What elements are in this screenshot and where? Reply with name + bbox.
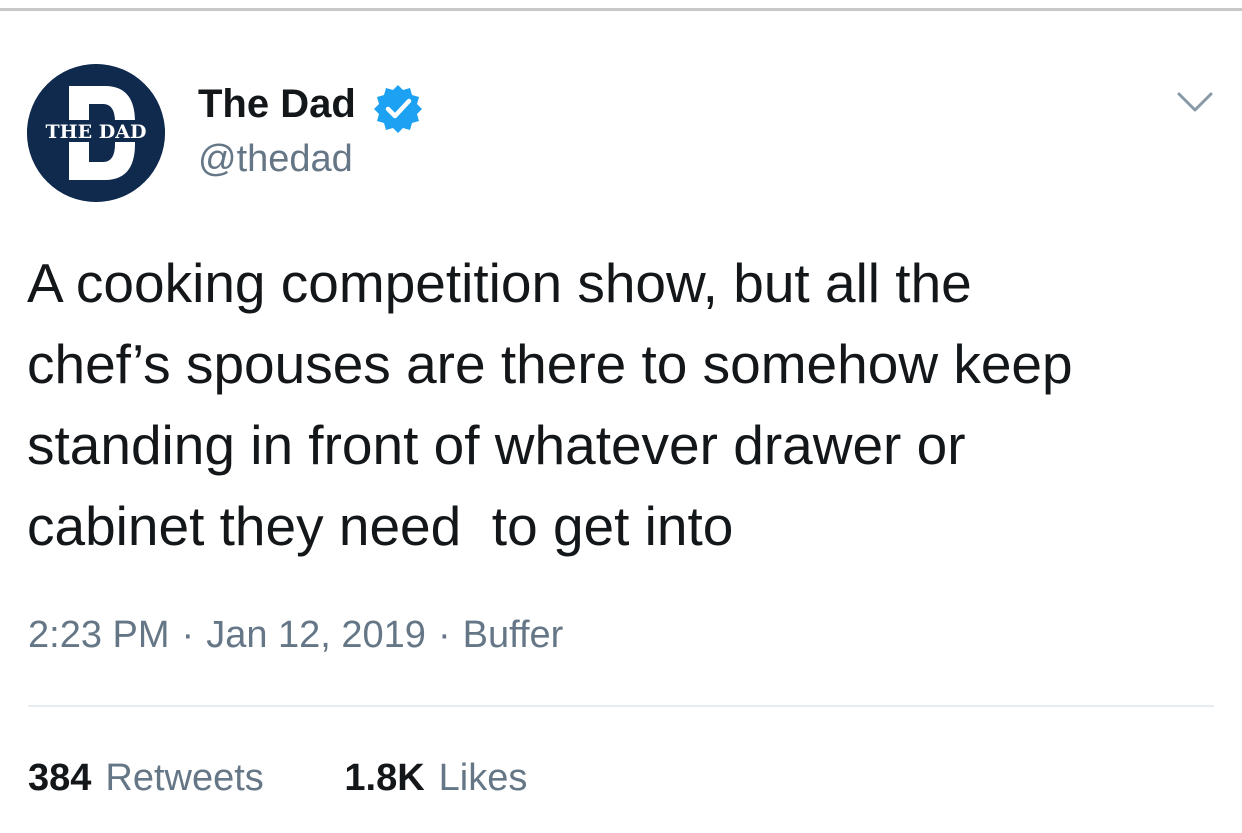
tweet-text-line: standing in front of whatever drawer or	[27, 414, 966, 476]
stats-divider	[28, 705, 1214, 707]
verified-badge-icon	[374, 85, 422, 133]
avatar-logo: THE DAD	[27, 64, 165, 202]
tweet-source[interactable]: Buffer	[463, 614, 564, 656]
meta-separator: ·	[437, 614, 451, 656]
likes-count: 1.8K	[344, 757, 425, 799]
tweet-date[interactable]: Jan 12, 2019	[206, 614, 426, 656]
tweet-text: A cooking competition show, but all the …	[27, 243, 1217, 567]
likes-label: Likes	[438, 757, 528, 799]
user-handle[interactable]: @thedad	[198, 136, 353, 182]
tweet-stats: 384 Retweets 1.8K Likes	[28, 755, 597, 801]
tweet-meta: 2:23 PM · Jan 12, 2019 · Buffer	[28, 612, 563, 658]
chevron-down-icon[interactable]	[1175, 86, 1215, 116]
tweet-text-line: chef’s spouses are there to somehow keep	[27, 333, 1073, 395]
top-divider	[0, 8, 1242, 11]
tweet-time[interactable]: 2:23 PM	[28, 614, 170, 656]
retweets-count: 384	[28, 757, 92, 799]
retweets-label: Retweets	[105, 757, 264, 799]
likes-stat[interactable]: 1.8K Likes	[344, 755, 527, 801]
avatar[interactable]: THE DAD	[27, 64, 165, 202]
meta-separator: ·	[181, 614, 195, 656]
tweet-text-line: A cooking competition show, but all the	[27, 252, 972, 314]
retweets-stat[interactable]: 384 Retweets	[28, 755, 264, 801]
tweet-text-line: cabinet they need to get into	[27, 495, 734, 557]
svg-text:THE DAD: THE DAD	[46, 121, 147, 143]
display-name[interactable]: The Dad	[198, 80, 356, 128]
